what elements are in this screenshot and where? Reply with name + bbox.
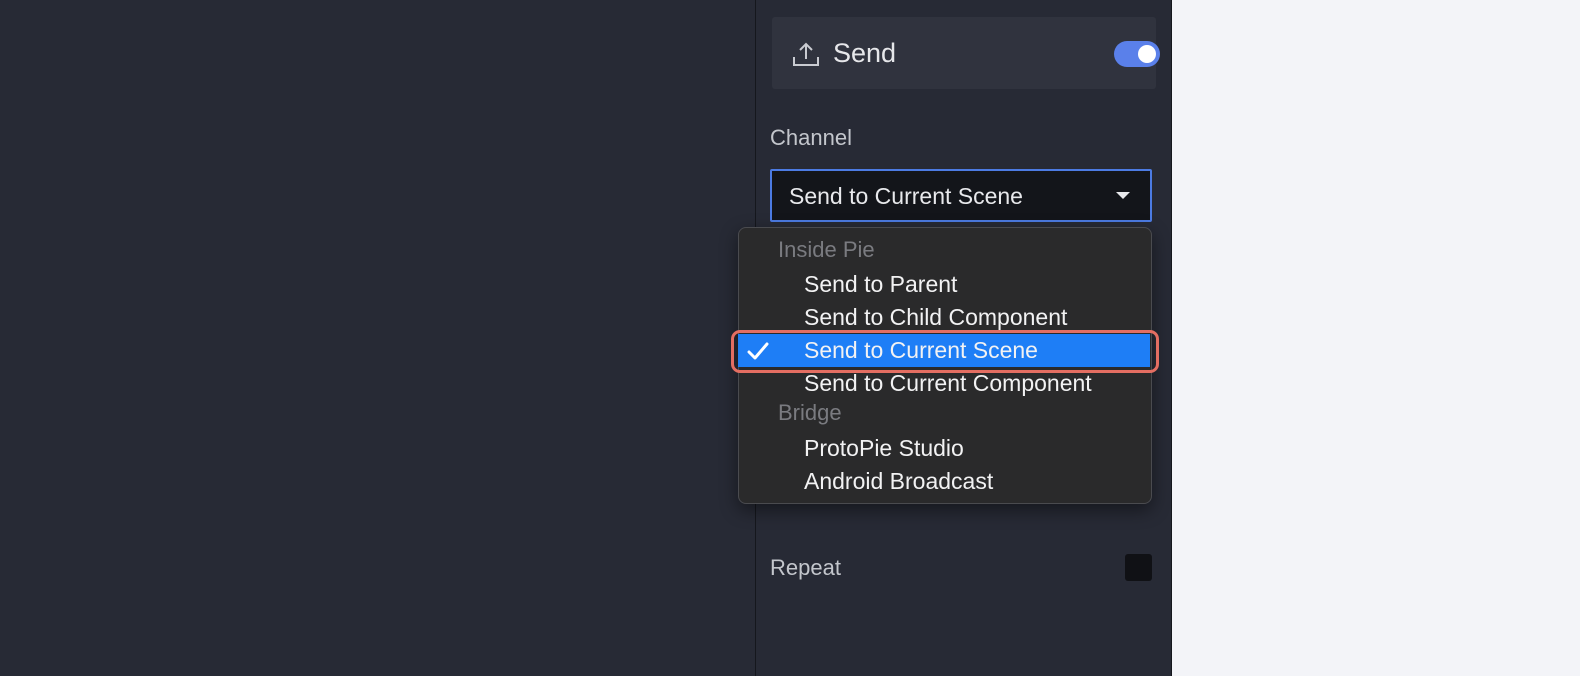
menu-group-inside-pie: Inside Pie: [778, 237, 875, 262]
repeat-checkbox[interactable]: [1125, 554, 1152, 581]
right-background: [1172, 0, 1580, 676]
menu-item-label: Android Broadcast: [804, 468, 994, 494]
send-toggle[interactable]: [1114, 41, 1160, 67]
menu-group-bridge: Bridge: [778, 400, 842, 425]
channel-label: Channel: [770, 125, 852, 150]
menu-item-label: Send to Child Component: [804, 304, 1068, 330]
menu-item-send-to-current-component[interactable]: Send to Current Component: [739, 367, 1151, 400]
channel-select[interactable]: Send to Current Scene: [770, 169, 1152, 222]
menu-item-label: ProtoPie Studio: [804, 435, 964, 461]
menu-item-send-to-parent[interactable]: Send to Parent: [739, 268, 1151, 301]
upload-icon: [793, 42, 819, 66]
send-title: Send: [833, 38, 897, 68]
menu-item-label: Send to Current Component: [804, 370, 1092, 396]
channel-select-value: Send to Current Scene: [789, 183, 1023, 209]
menu-item-send-to-current-scene[interactable]: Send to Current Scene: [738, 334, 1150, 367]
toggle-knob: [1138, 45, 1156, 63]
menu-item-label: Send to Parent: [804, 271, 958, 297]
channel-dropdown-menu: Inside Pie Send to Parent Send to Child …: [738, 227, 1152, 504]
menu-item-send-to-child-component[interactable]: Send to Child Component: [739, 301, 1151, 334]
menu-item-label: Send to Current Scene: [804, 337, 1038, 363]
canvas-area: [0, 0, 755, 676]
repeat-label: Repeat: [770, 555, 841, 580]
menu-item-android-broadcast[interactable]: Android Broadcast: [739, 465, 1151, 498]
checkmark-icon: [747, 342, 769, 360]
menu-item-protopie-studio[interactable]: ProtoPie Studio: [739, 432, 1151, 465]
caret-down-icon: [1116, 192, 1130, 199]
send-response-card: Send: [772, 17, 1160, 89]
